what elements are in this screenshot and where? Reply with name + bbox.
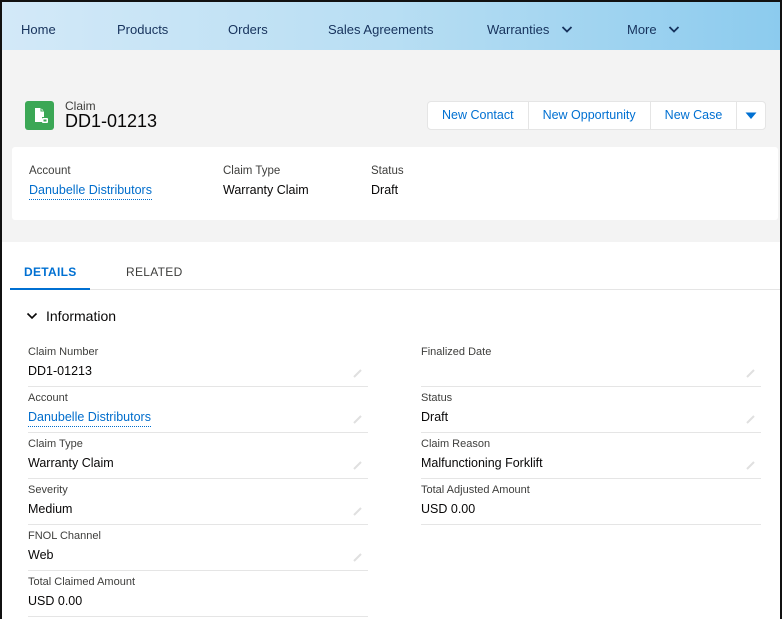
field-label: Claim Reason bbox=[421, 438, 491, 450]
new-opportunity-button[interactable]: New Opportunity bbox=[529, 102, 651, 129]
field-value: USD 0.00 bbox=[421, 502, 476, 516]
more-actions-button[interactable] bbox=[737, 102, 765, 129]
pencil-icon[interactable] bbox=[745, 413, 757, 425]
nav-label: Orders bbox=[228, 22, 268, 37]
chevron-down-icon bbox=[745, 112, 757, 119]
nav-label: Products bbox=[117, 22, 169, 37]
field-label: Severity bbox=[28, 484, 68, 496]
tab-bar: DETAILS RELATED bbox=[10, 242, 780, 290]
highlight-claim-type: Claim Type Warranty Claim bbox=[223, 165, 309, 197]
field-value: Medium bbox=[28, 502, 73, 516]
field-label: Total Claimed Amount bbox=[28, 576, 135, 588]
claim-icon bbox=[25, 101, 54, 130]
nav-bar: Home Products Orders Sales Agreements Wa… bbox=[2, 2, 780, 50]
highlight-status: Status Draft bbox=[371, 165, 404, 197]
pencil-icon[interactable] bbox=[745, 367, 757, 379]
field-total-adjusted-amount: Total Adjusted Amount USD 0.00 bbox=[421, 479, 761, 525]
field-label: Account bbox=[29, 165, 71, 177]
section-title: Information bbox=[46, 308, 117, 324]
field-value: Draft bbox=[421, 410, 449, 424]
nav-label: Warranties bbox=[487, 22, 550, 37]
field-value: USD 0.00 bbox=[28, 594, 83, 608]
details-card: DETAILS RELATED Information Claim Number… bbox=[2, 242, 780, 619]
field-account: Account Danubelle Distributors bbox=[28, 387, 368, 433]
field-label: Total Adjusted Amount bbox=[421, 484, 530, 496]
pencil-icon[interactable] bbox=[352, 459, 364, 471]
highlights-panel: Account Danubelle Distributors Claim Typ… bbox=[12, 147, 778, 220]
nav-item-home[interactable]: Home bbox=[21, 2, 56, 50]
field-value: Draft bbox=[371, 183, 399, 197]
nav-label: Home bbox=[21, 22, 56, 37]
tab-details[interactable]: DETAILS bbox=[10, 242, 90, 290]
pencil-icon[interactable] bbox=[352, 505, 364, 517]
chevron-down-icon bbox=[561, 26, 573, 33]
new-contact-button[interactable]: New Contact bbox=[428, 102, 529, 129]
nav-item-orders[interactable]: Orders bbox=[228, 2, 268, 50]
field-claim-reason: Claim Reason Malfunctioning Forklift bbox=[421, 433, 761, 479]
field-label: Claim Type bbox=[28, 438, 83, 450]
field-fnol-channel: FNOL Channel Web bbox=[28, 525, 368, 571]
chevron-down-icon bbox=[26, 312, 38, 320]
nav-label: Sales Agreements bbox=[328, 22, 434, 37]
field-total-claimed-amount: Total Claimed Amount USD 0.00 bbox=[28, 571, 368, 617]
pencil-icon[interactable] bbox=[352, 413, 364, 425]
pencil-icon[interactable] bbox=[745, 459, 757, 471]
nav-item-warranties[interactable]: Warranties bbox=[487, 2, 573, 50]
account-link[interactable]: Danubelle Distributors bbox=[29, 183, 152, 200]
nav-item-sales-agreements[interactable]: Sales Agreements bbox=[328, 2, 434, 50]
field-label: Finalized Date bbox=[421, 346, 492, 358]
new-case-button[interactable]: New Case bbox=[651, 102, 738, 129]
field-label: FNOL Channel bbox=[28, 530, 101, 542]
field-finalized-date: Finalized Date bbox=[421, 341, 761, 387]
field-label: Claim Type bbox=[223, 165, 281, 177]
highlight-account: Account Danubelle Distributors bbox=[29, 165, 152, 200]
field-value: DD1-01213 bbox=[28, 364, 92, 378]
tab-related[interactable]: RELATED bbox=[126, 242, 183, 290]
section-information-toggle[interactable]: Information bbox=[26, 308, 116, 324]
field-claim-type: Claim Type Warranty Claim bbox=[28, 433, 368, 479]
field-status: Status Draft bbox=[421, 387, 761, 433]
field-label: Claim Number bbox=[28, 346, 99, 358]
account-link[interactable]: Danubelle Distributors bbox=[28, 410, 151, 427]
field-label: Status bbox=[371, 165, 404, 177]
nav-label: More bbox=[627, 22, 657, 37]
record-title: DD1-01213 bbox=[65, 111, 158, 131]
action-button-group: New Contact New Opportunity New Case bbox=[427, 101, 767, 130]
field-value: Web bbox=[28, 548, 54, 562]
pencil-icon[interactable] bbox=[352, 551, 364, 563]
nav-item-products[interactable]: Products bbox=[117, 2, 168, 50]
record-header bbox=[2, 50, 780, 148]
field-value: Warranty Claim bbox=[223, 183, 309, 197]
field-label: Account bbox=[28, 392, 68, 404]
field-severity: Severity Medium bbox=[28, 479, 368, 525]
field-claim-number: Claim Number DD1-01213 bbox=[28, 341, 368, 387]
field-value: Warranty Claim bbox=[28, 456, 114, 470]
nav-item-more[interactable]: More bbox=[627, 2, 680, 50]
field-value: Malfunctioning Forklift bbox=[421, 456, 543, 470]
pencil-icon[interactable] bbox=[352, 367, 364, 379]
field-label: Status bbox=[421, 392, 453, 404]
app-frame: Home Products Orders Sales Agreements Wa… bbox=[0, 0, 782, 619]
chevron-down-icon bbox=[669, 26, 680, 33]
